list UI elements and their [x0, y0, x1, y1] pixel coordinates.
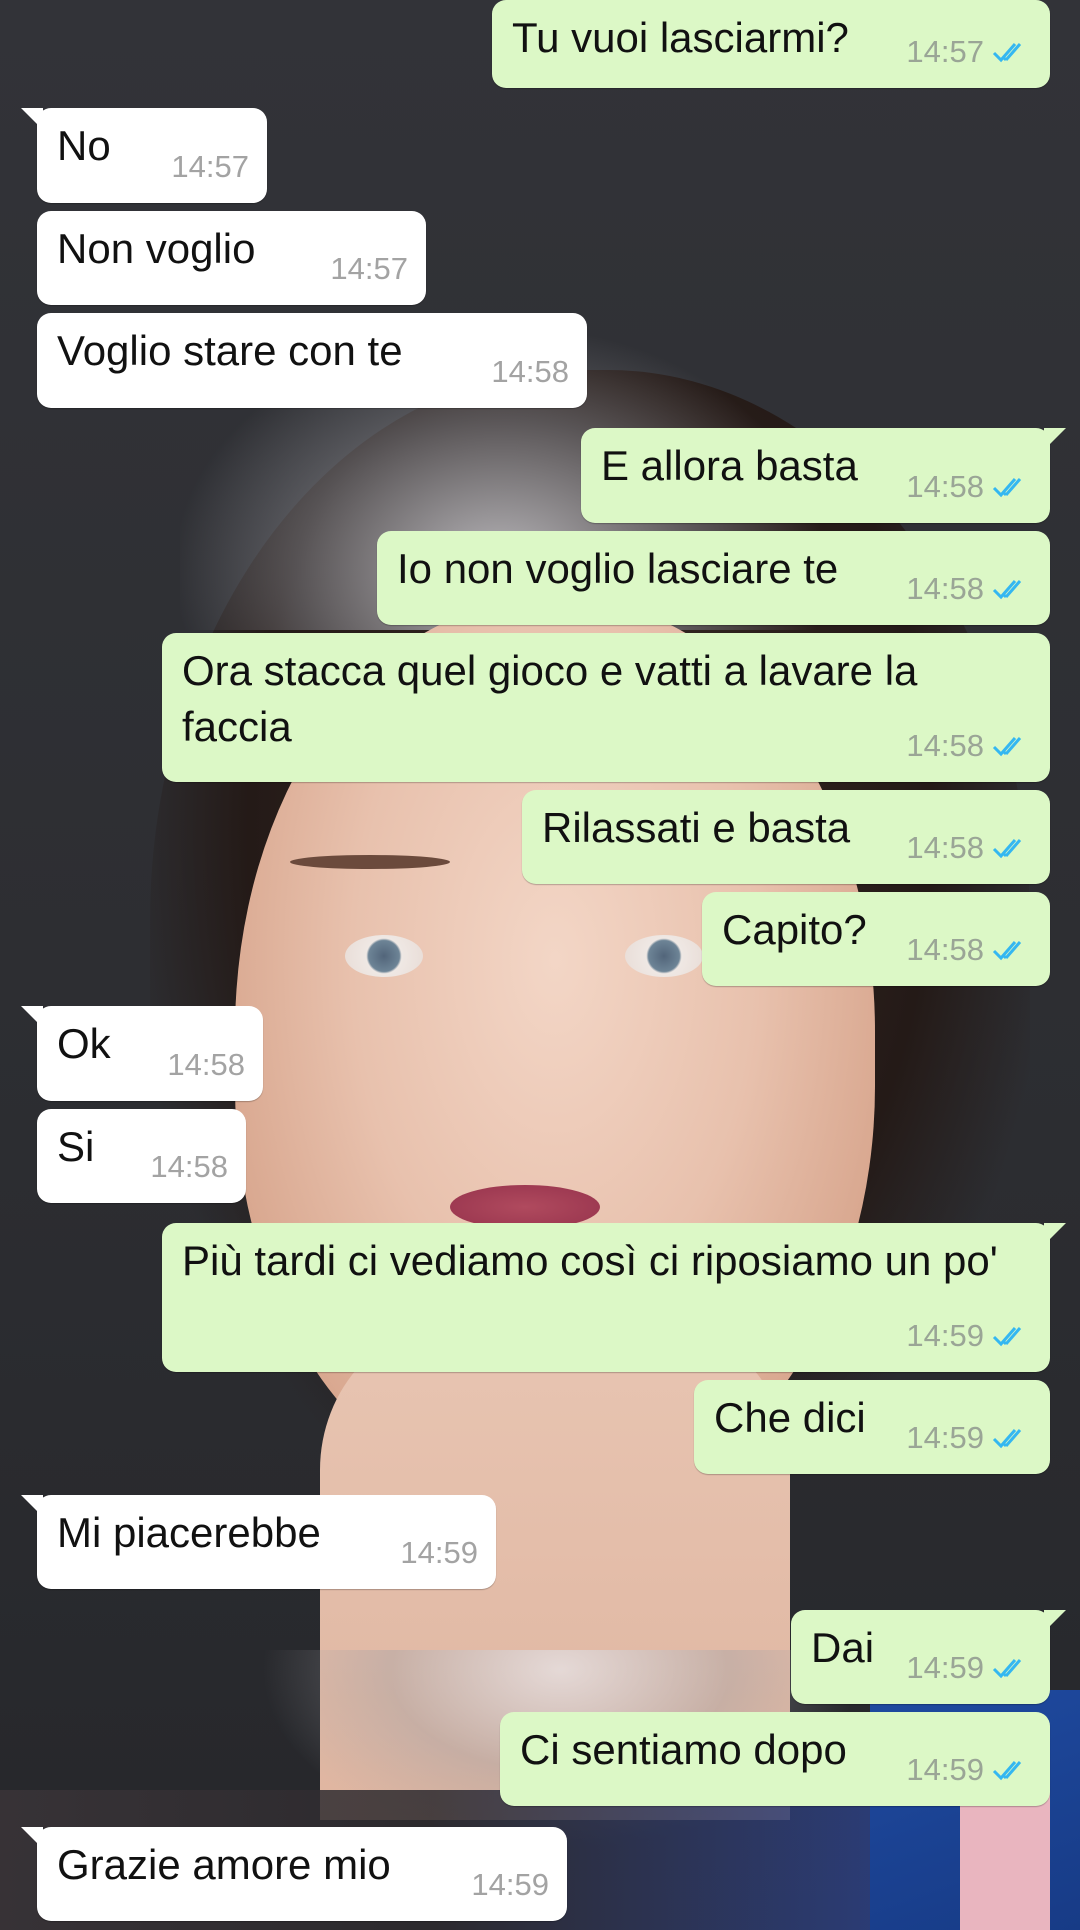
message-text: E allora basta — [601, 442, 858, 489]
message-bubble-incoming[interactable]: Non voglio 14:57 — [37, 211, 426, 305]
message-time: 14:57 — [330, 251, 408, 286]
message-text: Grazie amore mio — [57, 1841, 391, 1888]
message-bubble-outgoing[interactable]: Dai 14:59 — [791, 1610, 1066, 1704]
message-text: Tu vuoi lasciarmi? — [512, 14, 849, 61]
message-meta: 14:58 — [906, 718, 1032, 774]
message-text: Dai — [811, 1624, 875, 1671]
message-meta: 14:59 — [906, 1742, 1032, 1798]
message-time: 14:58 — [167, 1047, 245, 1082]
message-text: Non voglio — [57, 225, 256, 272]
message-meta: 14:57 — [171, 139, 249, 195]
message-list[interactable]: Tu vuoi lasciarmi? 14:57 No 14:57 Non vo… — [0, 0, 1080, 1930]
message-meta: 14:57 — [330, 241, 408, 297]
double-check-icon — [992, 835, 1032, 861]
message-time: 14:58 — [906, 469, 984, 504]
message-text: Più tardi ci vediamo così ci riposiamo u… — [182, 1237, 998, 1284]
message-text: Rilassati e basta — [542, 804, 851, 851]
double-check-icon — [992, 1323, 1032, 1349]
message-bubble-incoming[interactable]: No 14:57 — [21, 108, 267, 203]
message-bubble-outgoing[interactable]: Tu vuoi lasciarmi? 14:57 — [492, 0, 1050, 88]
message-bubble-outgoing[interactable]: Io non voglio lasciare te 14:58 — [377, 531, 1050, 625]
double-check-icon — [992, 1757, 1032, 1783]
message-bubble-incoming[interactable]: Si 14:58 — [37, 1109, 246, 1203]
message-text: Che dici — [714, 1394, 866, 1441]
message-bubble-outgoing[interactable]: Rilassati e basta 14:58 — [522, 790, 1050, 884]
message-meta: 14:59 — [906, 1308, 1032, 1364]
message-time: 14:59 — [400, 1535, 478, 1570]
message-bubble-incoming[interactable]: Voglio stare con te 14:58 — [37, 313, 587, 408]
message-bubble-outgoing[interactable]: Ci sentiamo dopo 14:59 — [500, 1712, 1050, 1806]
message-meta: 14:59 — [906, 1410, 1032, 1466]
message-time: 14:57 — [171, 149, 249, 184]
message-time: 14:58 — [906, 571, 984, 606]
message-bubble-outgoing[interactable]: E allora basta 14:58 — [581, 428, 1066, 523]
message-text: Mi piacerebbe — [57, 1509, 321, 1556]
message-meta: 14:59 — [400, 1525, 478, 1581]
message-time: 14:58 — [906, 932, 984, 967]
message-meta: 14:58 — [906, 820, 1032, 876]
message-meta: 14:58 — [491, 344, 569, 400]
message-text: Si — [57, 1123, 95, 1170]
message-meta: 14:57 — [906, 24, 1032, 80]
message-time: 14:59 — [906, 1318, 984, 1353]
message-time: 14:57 — [906, 34, 984, 69]
message-bubble-outgoing[interactable]: Ora stacca quel gioco e vatti a lavare l… — [162, 633, 1050, 782]
message-time: 14:58 — [491, 354, 569, 389]
message-text: Ok — [57, 1020, 111, 1067]
double-check-icon — [992, 39, 1032, 65]
message-meta: 14:59 — [471, 1857, 549, 1913]
message-time: 14:59 — [906, 1420, 984, 1455]
message-text: Ci sentiamo dopo — [520, 1726, 847, 1773]
message-text: Capito? — [722, 906, 867, 953]
message-time: 14:59 — [471, 1867, 549, 1902]
double-check-icon — [992, 733, 1032, 759]
message-bubble-outgoing[interactable]: Che dici 14:59 — [694, 1380, 1050, 1474]
message-text: No — [57, 122, 111, 169]
message-bubble-outgoing[interactable]: Più tardi ci vediamo così ci riposiamo u… — [162, 1223, 1066, 1372]
message-meta: 14:58 — [906, 561, 1032, 617]
double-check-icon — [992, 1425, 1032, 1451]
double-check-icon — [992, 474, 1032, 500]
double-check-icon — [992, 937, 1032, 963]
message-time: 14:59 — [906, 1650, 984, 1685]
message-meta: 14:58 — [167, 1037, 245, 1093]
message-bubble-outgoing[interactable]: Capito? 14:58 — [702, 892, 1050, 986]
double-check-icon — [992, 576, 1032, 602]
message-time: 14:59 — [906, 1752, 984, 1787]
message-meta: 14:58 — [906, 459, 1032, 515]
message-meta: 14:58 — [150, 1139, 228, 1195]
message-meta: 14:59 — [906, 1640, 1032, 1696]
message-meta: 14:58 — [906, 922, 1032, 978]
message-time: 14:58 — [906, 830, 984, 865]
message-text: Ora stacca quel gioco e vatti a lavare l… — [182, 647, 930, 750]
message-time: 14:58 — [906, 728, 984, 763]
message-bubble-incoming[interactable]: Grazie amore mio 14:59 — [21, 1827, 567, 1921]
double-check-icon — [992, 1655, 1032, 1681]
message-time: 14:58 — [150, 1149, 228, 1184]
message-text: Io non voglio lasciare te — [397, 545, 839, 592]
message-bubble-incoming[interactable]: Mi piacerebbe 14:59 — [21, 1495, 496, 1589]
message-text: Voglio stare con te — [57, 327, 403, 374]
message-bubble-incoming[interactable]: Ok 14:58 — [21, 1006, 263, 1101]
